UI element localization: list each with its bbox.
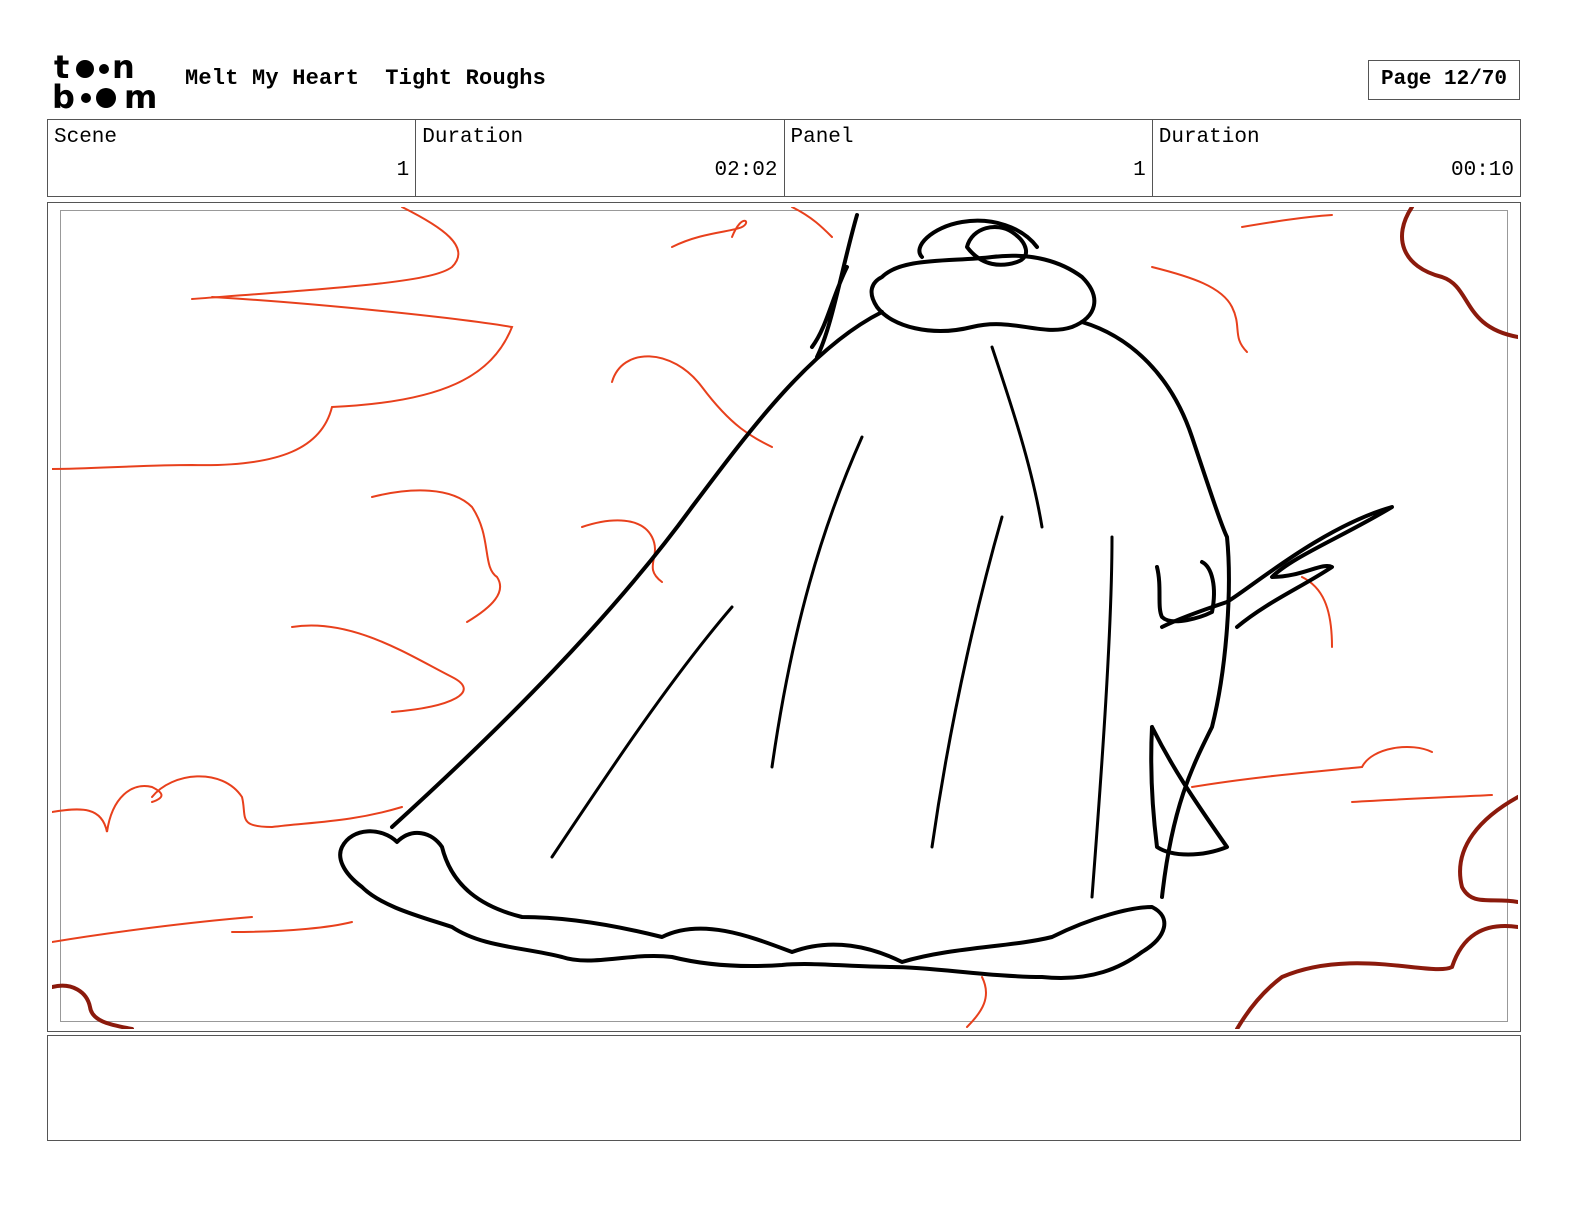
page-indicator: Page 12/70	[1368, 60, 1520, 100]
scene-label: Scene	[54, 126, 118, 149]
hand	[1155, 560, 1216, 624]
panel-duration-cell: Duration 00:10	[1153, 120, 1520, 196]
cloud-stroke	[1351, 794, 1493, 803]
cloud-sketches	[52, 207, 1493, 1028]
cloud-stroke	[291, 624, 465, 713]
storyboard-panel	[47, 202, 1521, 1032]
panel-info-table: Scene 1 Duration 02:02 Panel 1 Duration …	[47, 119, 1521, 197]
foreground-stroke	[1458, 795, 1518, 904]
document-title: Melt My Heart Tight Roughs	[185, 66, 546, 91]
sword-blade-left	[810, 213, 859, 359]
notes-box	[47, 1035, 1521, 1141]
cloud-stroke	[966, 976, 987, 1028]
scene-duration-value: 02:02	[714, 159, 778, 182]
fur-hem	[338, 829, 1167, 980]
cape-folds	[550, 345, 1114, 899]
cloud-stroke	[671, 219, 748, 248]
cloud-stroke	[1191, 746, 1433, 788]
scene-duration-label: Duration	[422, 126, 524, 149]
logo-dot-large	[76, 60, 94, 78]
panel-duration-value: 00:10	[1450, 159, 1514, 182]
project-title: Melt My Heart	[185, 66, 360, 91]
leg	[1149, 725, 1229, 857]
cloud-stroke	[581, 519, 663, 583]
cape-left-edge	[390, 310, 884, 829]
foreground-sketches	[52, 207, 1518, 1029]
logo-dot-small	[99, 64, 109, 74]
cloud-stroke	[52, 406, 333, 470]
foreground-stroke	[52, 983, 134, 1029]
logo-dot-large	[96, 88, 116, 108]
cloud-stroke	[1241, 214, 1333, 228]
cloud-stroke	[791, 207, 833, 238]
logo-dot-small	[81, 93, 91, 103]
cloud-stroke	[211, 296, 514, 408]
scene-value: 1	[396, 159, 410, 182]
cloud-stroke	[371, 489, 502, 623]
cloud-stroke	[1301, 576, 1333, 648]
panel-cell: Panel 1	[785, 120, 1153, 196]
scene-duration-cell: Duration 02:02	[416, 120, 785, 196]
logo-letter-b: b	[52, 78, 75, 112]
cloud-stroke	[1151, 266, 1248, 353]
foreground-stroke	[1400, 207, 1518, 339]
cloud-stroke	[52, 785, 163, 833]
panel-label: Panel	[790, 126, 854, 149]
logo-letter-m: m	[124, 78, 157, 112]
sword-right	[1160, 505, 1394, 629]
toon-boom-logo: t n b m	[52, 50, 157, 112]
section-title: Tight Roughs	[385, 66, 547, 91]
panel-duration-label: Duration	[1158, 126, 1260, 149]
scene-cell: Scene 1	[48, 120, 417, 196]
fur-collar	[869, 253, 1097, 333]
panel-drawing	[52, 207, 1518, 1029]
panel-value: 1	[1133, 159, 1146, 182]
foreground-stroke	[1235, 924, 1518, 1029]
cloud-stroke	[151, 775, 403, 829]
cloud-stroke	[191, 207, 460, 300]
cloud-stroke	[52, 916, 353, 943]
